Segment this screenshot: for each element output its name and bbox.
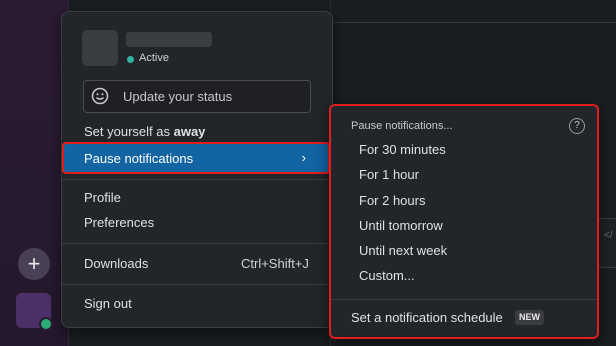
menu-divider: [62, 243, 332, 244]
plus-icon: +: [27, 251, 41, 276]
add-workspace-button[interactable]: +: [18, 248, 50, 280]
pause-notifications-item[interactable]: Pause notifications ›: [62, 142, 330, 174]
background-divider-horizontal: [330, 22, 616, 23]
submenu-heading: Pause notifications...: [351, 120, 453, 132]
smiley-icon: [91, 87, 109, 105]
downloads-item[interactable]: Downloads: [84, 256, 148, 271]
pause-notifications-submenu: Pause notifications... ? For 30 minutes …: [329, 104, 599, 339]
background-composer-edge: [598, 218, 616, 268]
code-icon: </: [604, 230, 613, 241]
notification-schedule-item[interactable]: Set a notification schedule: [351, 310, 503, 325]
update-status-placeholder: Update your status: [123, 89, 233, 104]
user-name-redacted: [126, 32, 212, 47]
set-away-prefix: Set yourself as: [84, 124, 174, 139]
new-badge: NEW: [515, 310, 544, 325]
help-icon[interactable]: ?: [569, 118, 585, 134]
pause-until-next-week[interactable]: Until next week: [359, 243, 447, 258]
set-away-item[interactable]: Set yourself as away: [84, 124, 205, 139]
profile-item[interactable]: Profile: [84, 190, 121, 205]
user-menu: Active Update your status Set yourself a…: [61, 11, 333, 328]
pause-custom[interactable]: Custom...: [359, 268, 415, 283]
update-status-input[interactable]: Update your status: [83, 80, 311, 113]
submenu-divider: [331, 299, 597, 300]
pause-1-hour[interactable]: For 1 hour: [359, 167, 419, 182]
active-status-label: Active: [139, 52, 169, 64]
preferences-item[interactable]: Preferences: [84, 215, 154, 230]
sign-out-item[interactable]: Sign out: [84, 296, 132, 311]
chevron-right-icon: ›: [301, 150, 306, 165]
pause-30-minutes[interactable]: For 30 minutes: [359, 142, 446, 157]
pause-notifications-label: Pause notifications: [84, 151, 194, 166]
menu-divider: [62, 179, 332, 180]
active-status-dot: [127, 56, 134, 63]
downloads-shortcut: Ctrl+Shift+J: [241, 256, 309, 271]
set-away-bold: away: [173, 124, 206, 139]
avatar: [82, 30, 118, 66]
presence-dot: [39, 317, 53, 331]
pause-2-hours[interactable]: For 2 hours: [359, 193, 425, 208]
pause-until-tomorrow[interactable]: Until tomorrow: [359, 218, 443, 233]
menu-divider: [62, 284, 332, 285]
